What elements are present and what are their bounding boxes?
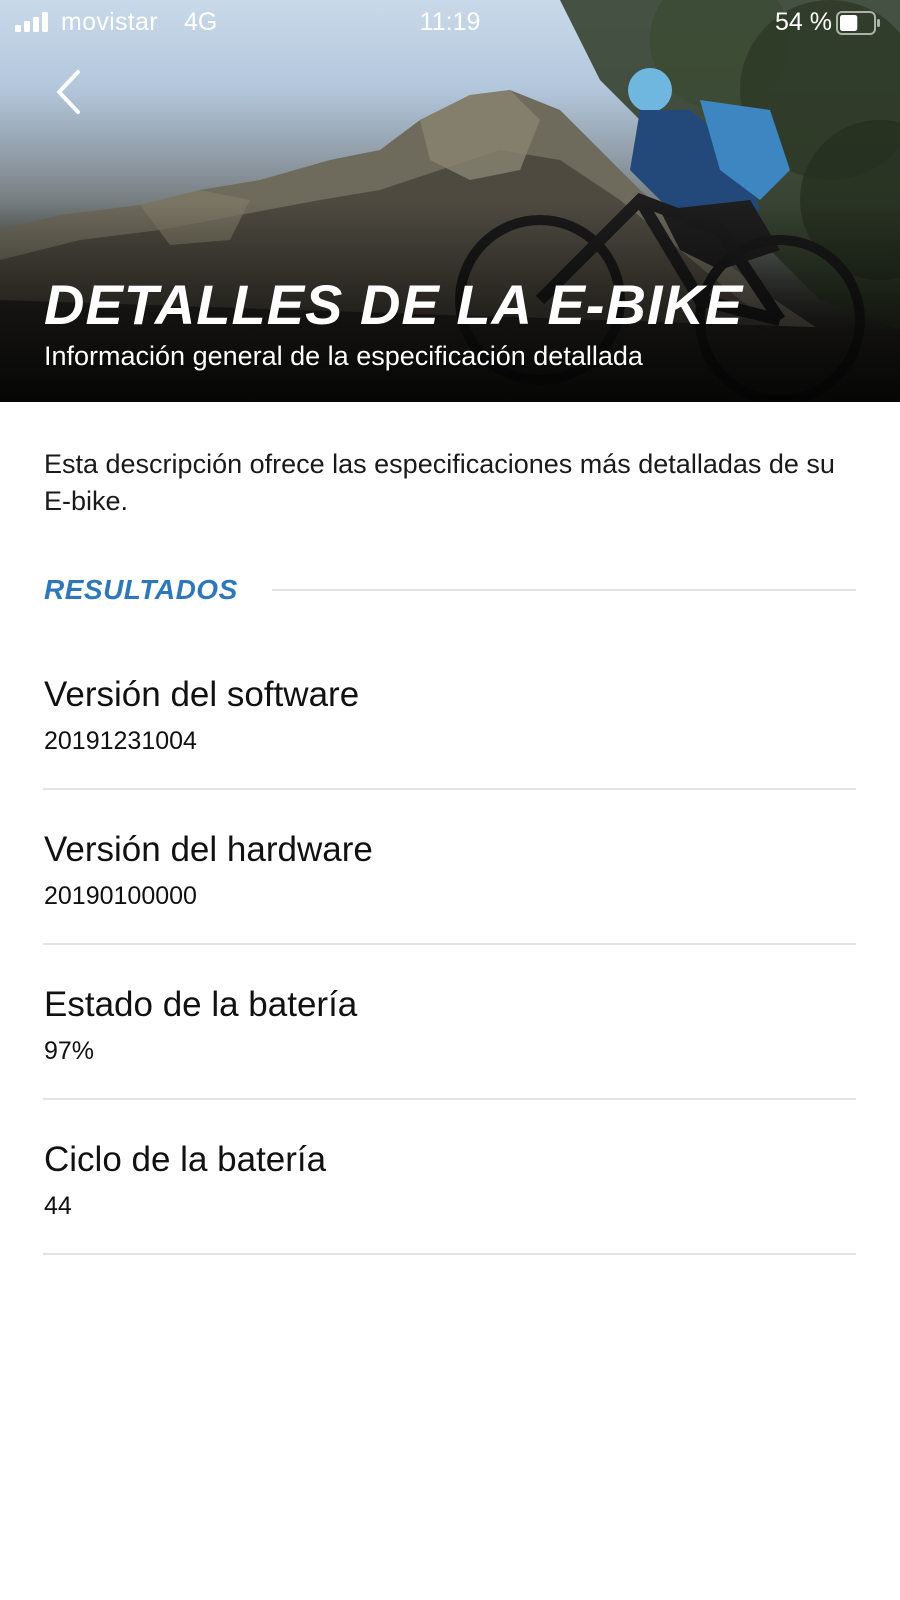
spec-label: Versión del hardware [44,830,373,869]
spec-value: 20191231004 [44,727,197,755]
chevron-left-icon [57,70,80,114]
spec-battery-cycle: Ciclo de la batería 44 [43,1100,856,1255]
page-subtitle: Información general de la especificación… [44,341,643,371]
spec-value: 97% [44,1037,95,1065]
status-bar: movistar 4G 11:19 54 % [0,0,900,46]
spec-label: Versión del software [44,675,360,714]
intro-text: Esta descripción ofrece las especificaci… [44,449,835,516]
spec-software-version: Versión del software 20191231004 [43,635,856,790]
spec-hardware-version: Versión del hardware 20190100000 [43,790,856,945]
battery-icon [836,11,880,35]
battery-fill [840,15,858,31]
section-title: RESULTADOS [44,574,238,605]
hero-banner: movistar 4G 11:19 54 % DETALLES DE LA E-… [0,0,900,402]
spec-label: Estado de la batería [44,985,358,1024]
status-time: 11:19 [419,8,481,36]
battery-percent: 54 % [775,8,832,36]
page-title: DETALLES DE LA E-BIKE [44,273,744,336]
spec-value: 20190100000 [44,882,197,910]
spec-value: 44 [44,1192,72,1220]
back-button[interactable] [40,62,96,122]
spec-battery-state: Estado de la batería 97% [43,945,856,1100]
results-section-header: RESULTADOS [44,570,856,610]
section-divider [271,589,856,591]
spec-list: Versión del software 20191231004 Versión… [43,635,856,1255]
spec-label: Ciclo de la batería [44,1140,327,1179]
